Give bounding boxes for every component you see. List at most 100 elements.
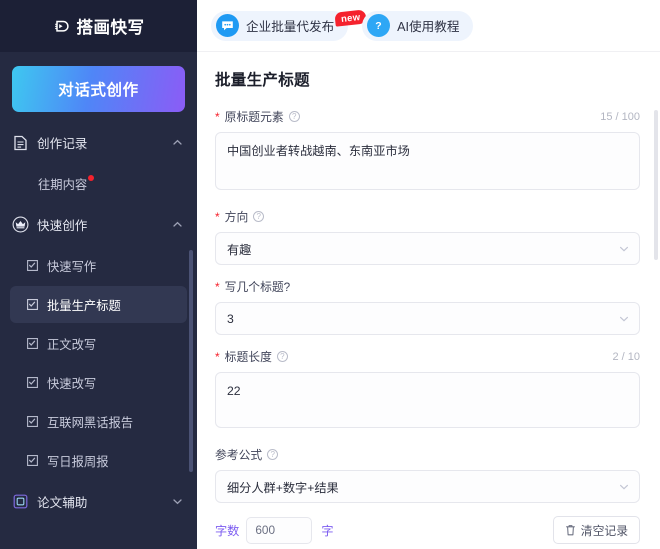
field-label-text: 方向 bbox=[225, 208, 249, 225]
sidebar-item-batch-title-generation[interactable]: 批量生产标题 bbox=[10, 286, 187, 323]
field-label: * 方向 ? bbox=[215, 208, 264, 225]
field-title-length: * 标题长度 ? 2 / 10 bbox=[215, 348, 640, 433]
select-value: 细分人群+数字+结果 bbox=[227, 478, 339, 496]
sidebar-item-label: 往期内容 bbox=[38, 175, 87, 193]
chat-bubble-icon bbox=[216, 14, 239, 37]
paper-assist-icon bbox=[12, 493, 29, 510]
reference-formula-select[interactable]: 细分人群+数字+结果 bbox=[215, 470, 640, 503]
checklist-icon bbox=[26, 454, 39, 467]
clear-records-label: 清空记录 bbox=[581, 522, 628, 539]
help-icon[interactable]: ? bbox=[267, 449, 278, 460]
field-label-text: 写几个标题? bbox=[225, 278, 291, 295]
field-label: * 写几个标题? bbox=[215, 278, 290, 295]
main-scrollbar[interactable] bbox=[654, 110, 658, 260]
required-marker: * bbox=[215, 111, 220, 123]
sidebar-item-label: 快速写作 bbox=[47, 257, 96, 275]
ai-tutorial-button[interactable]: ? AI使用教程 bbox=[362, 11, 473, 41]
svg-text:?: ? bbox=[375, 20, 381, 32]
pill-label: 企业批量代发布 bbox=[246, 16, 334, 35]
main-panel: 企业批量代发布 new ? AI使用教程 批量生产标题 * 原标题 bbox=[197, 0, 660, 549]
sidebar-group-label: 创作记录 bbox=[37, 133, 172, 152]
field-title-count: * 写几个标题? 3 bbox=[215, 278, 640, 335]
word-count-suffix: 字 bbox=[321, 521, 333, 539]
trash-icon bbox=[565, 524, 576, 536]
help-icon[interactable]: ? bbox=[277, 351, 288, 362]
direction-select[interactable]: 有趣 bbox=[215, 232, 640, 265]
checklist-icon bbox=[26, 337, 39, 350]
field-label-row: 参考公式 ? bbox=[215, 446, 640, 463]
sidebar-group-paper-assistance[interactable]: 论文辅助 bbox=[0, 481, 197, 522]
help-icon[interactable]: ? bbox=[289, 111, 300, 122]
chevron-down-icon bbox=[619, 244, 629, 254]
enterprise-batch-publish-button[interactable]: 企业批量代发布 new bbox=[211, 11, 348, 41]
sidebar: 搭画快写 对话式创作 创作记录 往期内容 bbox=[0, 0, 197, 549]
field-label: 参考公式 ? bbox=[215, 446, 278, 463]
sidebar-item-label: 正文改写 bbox=[47, 335, 96, 353]
sidebar-nav: 创作记录 往期内容 快速创作 bbox=[0, 122, 197, 549]
char-counter: 15 / 100 bbox=[600, 111, 640, 123]
app-logo-text: 搭画快写 bbox=[77, 14, 145, 38]
chevron-up-icon[interactable] bbox=[172, 137, 183, 148]
sidebar-item-label: 互联网黑话报告 bbox=[47, 413, 133, 431]
document-icon bbox=[12, 134, 29, 151]
sidebar-group-creation-records[interactable]: 创作记录 bbox=[0, 122, 197, 163]
crown-icon bbox=[12, 216, 29, 233]
conversational-creation-button[interactable]: 对话式创作 bbox=[12, 66, 185, 112]
chevron-down-icon bbox=[619, 314, 629, 324]
field-label-text: 标题长度 bbox=[225, 348, 272, 365]
page-title: 批量生产标题 bbox=[215, 68, 640, 90]
field-label-text: 参考公式 bbox=[215, 446, 262, 463]
sidebar-item-label: 批量生产标题 bbox=[47, 296, 121, 314]
cta-wrapper: 对话式创作 bbox=[0, 52, 197, 122]
sidebar-item-quick-rewrite[interactable]: 快速改写 bbox=[10, 364, 187, 401]
word-count-label: 字数 bbox=[215, 521, 239, 539]
required-marker: * bbox=[215, 351, 220, 363]
notification-dot bbox=[88, 175, 94, 181]
pill-label: AI使用教程 bbox=[397, 16, 459, 35]
checklist-icon bbox=[26, 376, 39, 389]
clear-records-button[interactable]: 清空记录 bbox=[553, 516, 640, 544]
select-value: 3 bbox=[227, 312, 234, 326]
field-label: * 原标题元素 ? bbox=[215, 108, 300, 125]
sidebar-group-label: 快速创作 bbox=[37, 215, 172, 234]
field-label: * 标题长度 ? bbox=[215, 348, 288, 365]
sidebar-item-daily-weekly-report[interactable]: 写日报周报 bbox=[10, 442, 187, 479]
field-label-row: * 原标题元素 ? 15 / 100 bbox=[215, 108, 640, 125]
sidebar-item-past-content[interactable]: 往期内容 bbox=[10, 165, 187, 202]
checklist-icon bbox=[26, 259, 39, 272]
sidebar-scrollbar[interactable] bbox=[189, 250, 193, 472]
field-label-row: * 标题长度 ? 2 / 10 bbox=[215, 348, 640, 365]
field-label-row: * 写几个标题? bbox=[215, 278, 640, 295]
word-count-input[interactable] bbox=[246, 517, 312, 544]
field-label-text: 原标题元素 bbox=[225, 108, 284, 125]
char-counter: 2 / 10 bbox=[612, 351, 640, 363]
required-marker: * bbox=[215, 211, 220, 223]
sidebar-item-body-rewrite[interactable]: 正文改写 bbox=[10, 325, 187, 362]
sidebar-item-label: 写日报周报 bbox=[47, 452, 109, 470]
required-marker: * bbox=[215, 281, 220, 293]
app-root: 搭画快写 对话式创作 创作记录 往期内容 bbox=[0, 0, 660, 549]
app-logo[interactable]: 搭画快写 bbox=[0, 0, 197, 52]
sidebar-group-quick-creation[interactable]: 快速创作 bbox=[0, 204, 197, 245]
field-original-title-elements: * 原标题元素 ? 15 / 100 bbox=[215, 108, 640, 195]
play-badge-icon bbox=[53, 17, 72, 36]
title-count-select[interactable]: 3 bbox=[215, 302, 640, 335]
chevron-down-icon[interactable] bbox=[172, 496, 183, 507]
field-reference-formula: 参考公式 ? 细分人群+数字+结果 bbox=[215, 446, 640, 503]
select-value: 有趣 bbox=[227, 240, 251, 258]
sidebar-group-label: 论文辅助 bbox=[37, 492, 172, 511]
word-count-row: 字数 字 清空记录 bbox=[215, 516, 640, 544]
question-mark-icon: ? bbox=[367, 14, 390, 37]
field-label-row: * 方向 ? bbox=[215, 208, 640, 225]
chevron-up-icon[interactable] bbox=[172, 219, 183, 230]
topbar: 企业批量代发布 new ? AI使用教程 bbox=[197, 0, 660, 52]
sidebar-item-quick-writing[interactable]: 快速写作 bbox=[10, 247, 187, 284]
chevron-down-icon bbox=[619, 482, 629, 492]
help-icon[interactable]: ? bbox=[253, 211, 264, 222]
form-content: 批量生产标题 * 原标题元素 ? 15 / 100 * bbox=[197, 52, 660, 549]
original-title-elements-input[interactable] bbox=[215, 132, 640, 190]
checklist-icon bbox=[26, 298, 39, 311]
title-length-input[interactable] bbox=[215, 372, 640, 428]
checklist-icon bbox=[26, 415, 39, 428]
sidebar-item-internet-jargon-report[interactable]: 互联网黑话报告 bbox=[10, 403, 187, 440]
